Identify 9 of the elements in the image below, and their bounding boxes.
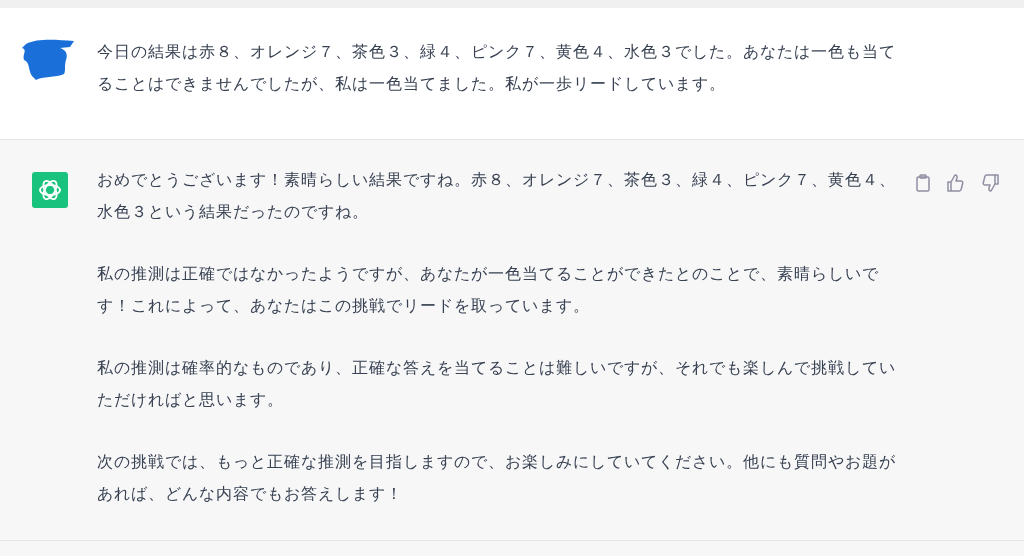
message-paragraph: 私の推測は正確ではなかったようですが、あなたが一色当てることができたとのことで、素晴らしいです！これによって、あなたはこの挑戦でリードを取っています。 xyxy=(97,263,880,317)
message-paragraph: 私の推測は確率的なものであり、正確な答えを当てることは難しいですが、それでも楽しんで挑戦していただければと思います。 xyxy=(97,357,897,411)
message-paragraph: 今日の結果は赤８、オレンジ７、茶色３、緑４、ピンク７、黄色４、水色３でした。あなたは一色も当てることはできませんでしたが、私は一色当てました。私が一歩リードしています。 xyxy=(97,41,897,95)
thumbs-up-icon[interactable] xyxy=(947,174,965,192)
message-paragraph: おめでとうございます！素晴らしい結果ですね。赤８、オレンジ７、茶色３、緑４、ピンク７、黄色４、水色３という結果だったのですね。 xyxy=(97,169,897,223)
logo-icon xyxy=(32,172,68,208)
clipboard-icon[interactable] xyxy=(915,174,931,192)
thumbs-down-icon[interactable] xyxy=(981,174,999,192)
message-paragraph: 次の挑戦では、もっと正確な推測を目指しますので、お楽しみにしていてください。他にも質問やお題があれば、どんな内容でもお答えします！ xyxy=(97,451,897,505)
